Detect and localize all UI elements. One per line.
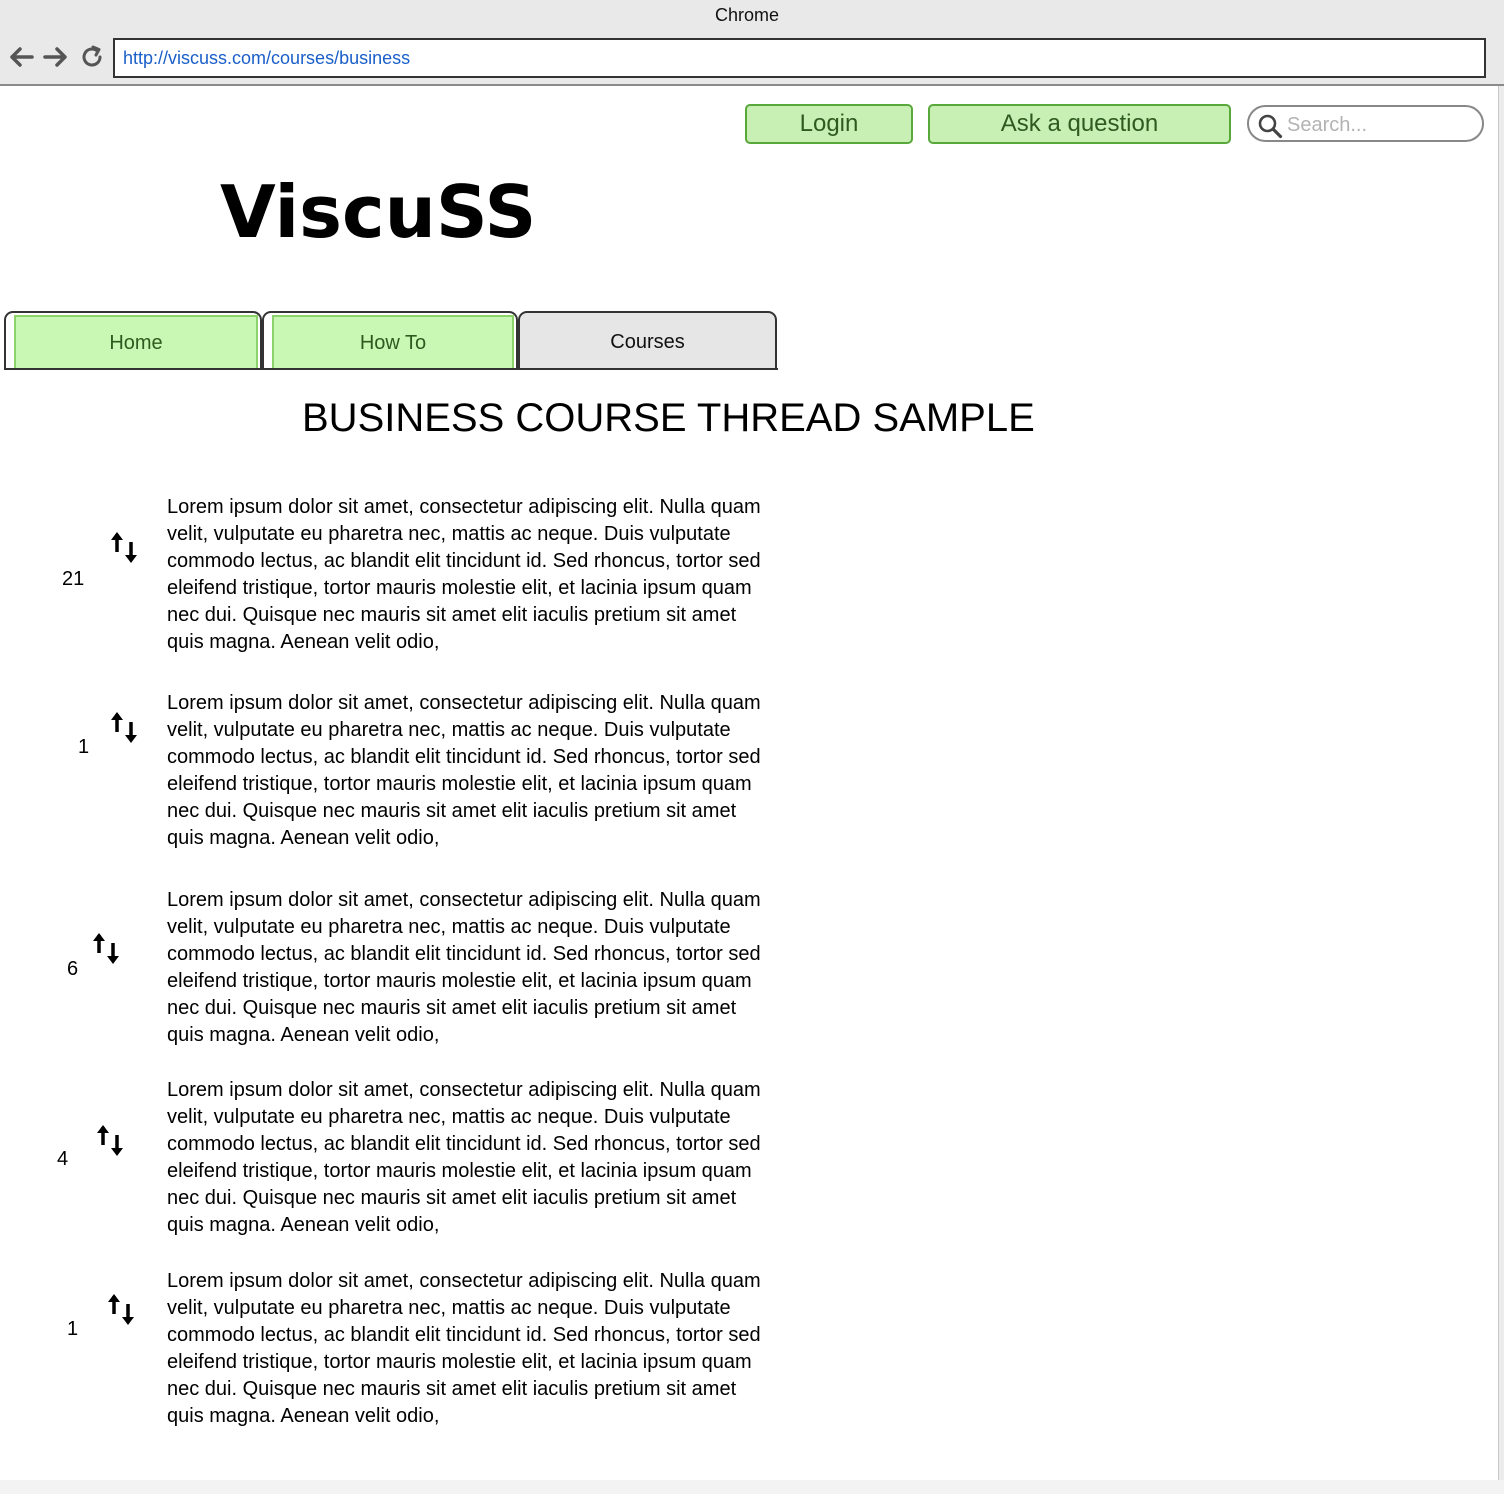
sort-arrows-icon[interactable]: [94, 1121, 128, 1163]
sort-arrows-icon[interactable]: [108, 708, 142, 750]
tab-courses-label: Courses: [610, 331, 685, 353]
window-frame-edge: [1498, 86, 1504, 1494]
thread-post: 1 Lorem ipsum dolor sit amet, consectetu…: [0, 1268, 800, 1428]
vote-count: 21: [62, 568, 85, 590]
post-text: Lorem ipsum dolor sit amet, consectetur …: [167, 496, 761, 653]
site-logo[interactable]: ViscuSS: [220, 170, 536, 254]
browser-toolbar: Chrome http://viscuss.com/courses/busine…: [0, 0, 1504, 86]
ask-question-button[interactable]: Ask a question: [928, 104, 1231, 144]
search-box: [1247, 105, 1484, 142]
page-title: BUSINESS COURSE THREAD SAMPLE: [302, 396, 1035, 440]
reload-button[interactable]: [79, 44, 105, 70]
thread-post: 1 Lorem ipsum dolor sit amet, consectetu…: [0, 690, 800, 850]
sort-arrows-icon[interactable]: [108, 528, 142, 570]
arrow-right-icon: [43, 47, 67, 67]
post-text: Lorem ipsum dolor sit amet, consectetur …: [167, 1270, 761, 1427]
arrow-left-icon: [10, 47, 34, 67]
reload-icon: [82, 45, 102, 67]
address-bar[interactable]: http://viscuss.com/courses/business: [113, 38, 1486, 78]
thread-post: 4 Lorem ipsum dolor sit amet, consectetu…: [0, 1077, 800, 1237]
vote-count: 4: [57, 1148, 69, 1170]
window-frame-bottom: [0, 1480, 1504, 1494]
back-button[interactable]: [8, 44, 34, 70]
forward-button[interactable]: [43, 44, 69, 70]
sort-arrows-icon[interactable]: [105, 1290, 139, 1332]
window-title: Chrome: [714, 5, 780, 25]
thread-post: 6 Lorem ipsum dolor sit amet, consectetu…: [0, 887, 800, 1047]
tab-courses[interactable]: Courses: [518, 311, 777, 370]
vote-count: 1: [67, 1318, 79, 1340]
thread-post: 21 Lorem ipsum dolor sit amet, consectet…: [0, 494, 800, 654]
tab-divider: [4, 368, 778, 370]
search-input[interactable]: [1285, 110, 1474, 140]
tab-home[interactable]: Home: [4, 311, 262, 370]
vote-count: 6: [67, 958, 79, 980]
post-text: Lorem ipsum dolor sit amet, consectetur …: [167, 692, 761, 849]
sort-arrows-icon[interactable]: [90, 929, 124, 971]
tab-home-label: Home: [14, 315, 258, 370]
post-text: Lorem ipsum dolor sit amet, consectetur …: [167, 1079, 761, 1236]
post-text: Lorem ipsum dolor sit amet, consectetur …: [167, 889, 761, 1046]
vote-count: 1: [78, 736, 90, 758]
search-icon[interactable]: [1257, 113, 1283, 139]
tab-how-to[interactable]: How To: [262, 311, 518, 370]
login-button[interactable]: Login: [745, 104, 913, 144]
tab-how-to-label: How To: [272, 315, 514, 370]
